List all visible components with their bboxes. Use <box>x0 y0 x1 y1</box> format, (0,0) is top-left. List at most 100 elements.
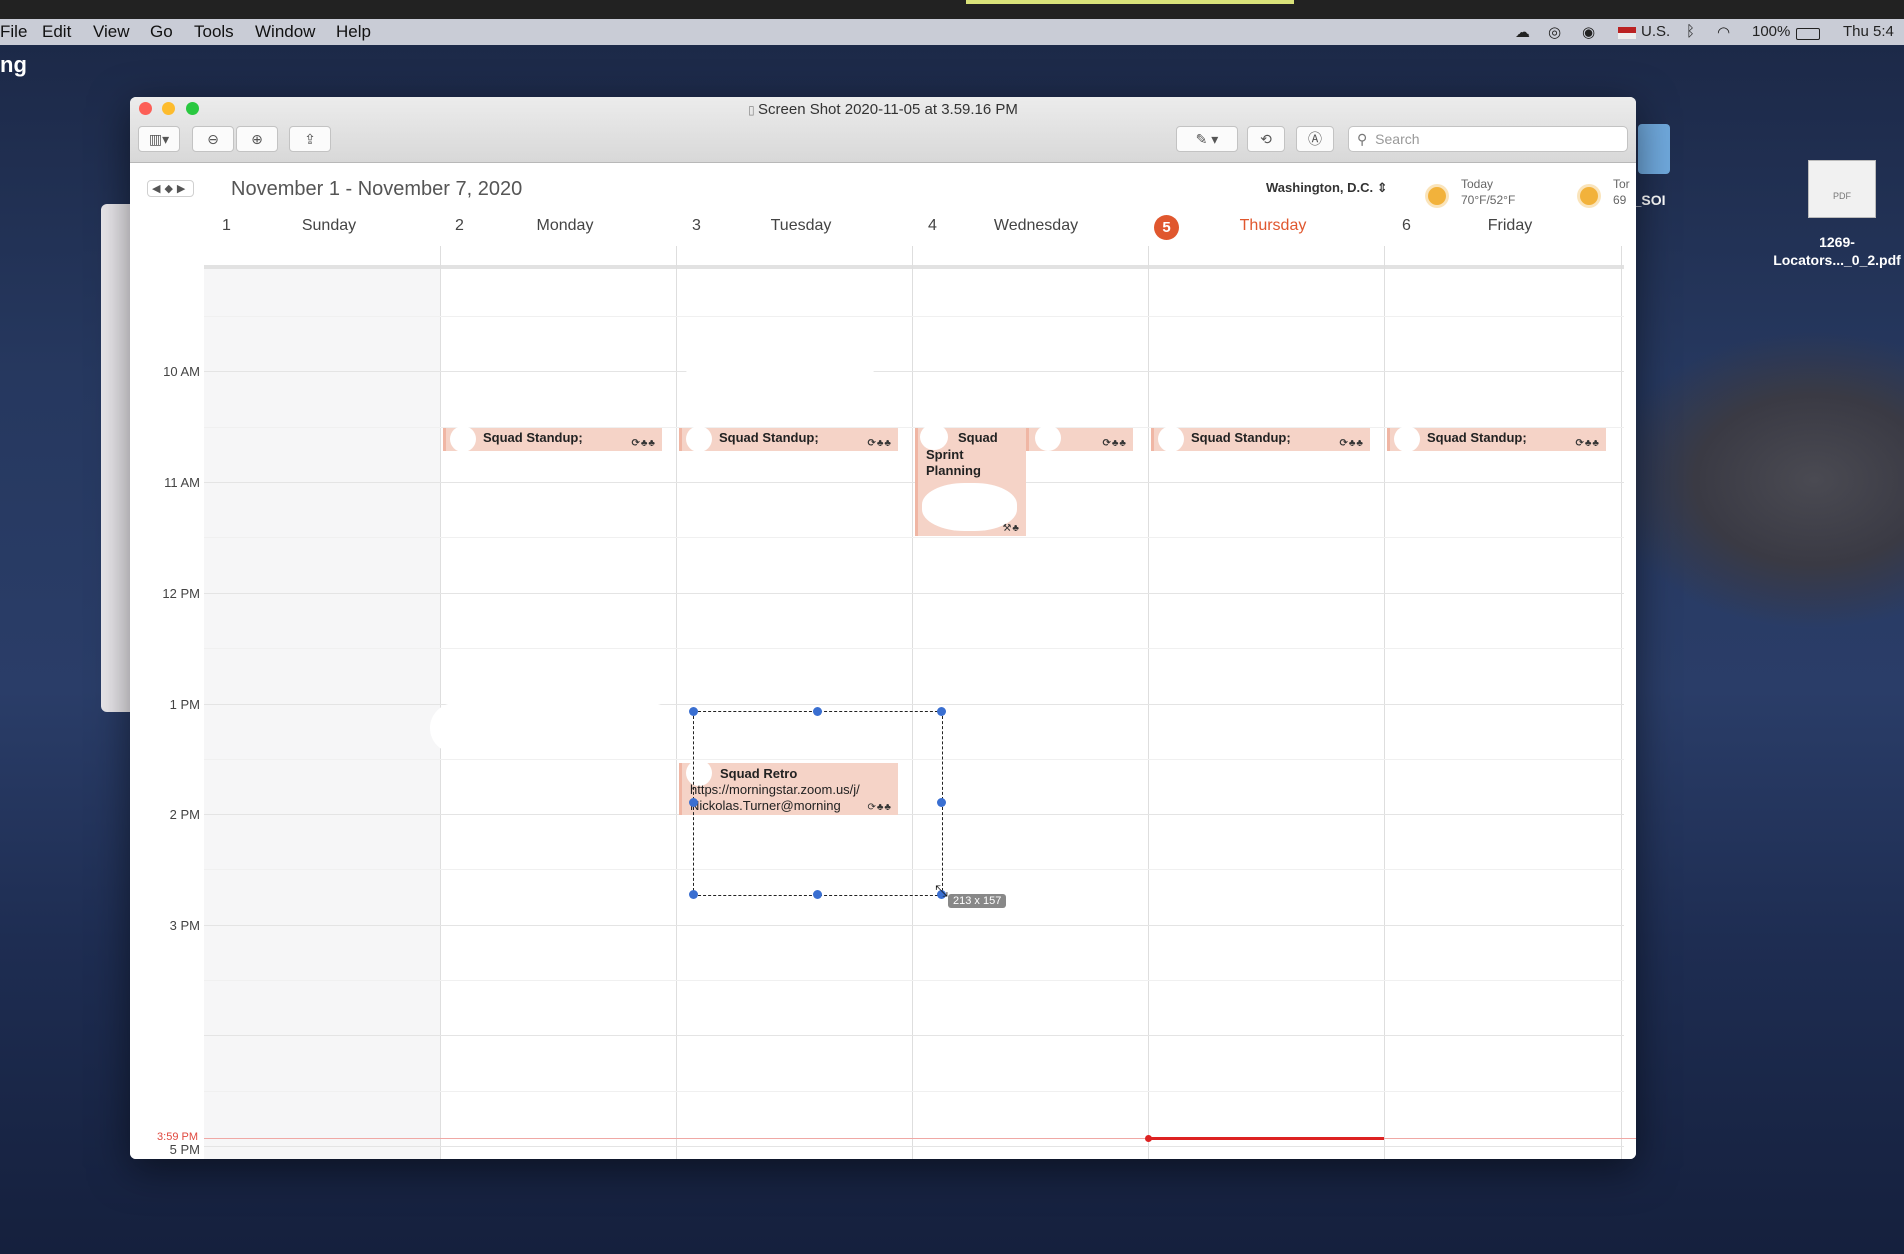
day-divider <box>912 246 913 1159</box>
hour-label: 12 PM <box>162 586 200 601</box>
day-name-thursday: Thursday <box>1239 217 1307 234</box>
redaction-blob <box>1035 425 1061 451</box>
attendees-icon: ⚒♣ <box>1002 523 1020 534</box>
resize-cursor-icon: ⤡ <box>935 883 948 900</box>
menu-tools[interactable]: Tools <box>194 22 234 42</box>
selection-handle[interactable] <box>937 798 946 807</box>
battery-icon[interactable] <box>1796 28 1820 40</box>
menu-go[interactable]: Go <box>150 22 173 42</box>
top-strip <box>0 0 1904 19</box>
background-app-title-fragment: ng <box>0 52 27 77</box>
weather-today-label: Today <box>1461 177 1494 191</box>
menu-edit[interactable]: Edit <box>42 22 71 42</box>
hour-label: 11 AM <box>164 475 200 490</box>
event-title-line2: Sprint <box>926 447 964 462</box>
pdf-file-label-line2: Locators..._0_2.pdf <box>1773 252 1901 268</box>
hour-label: 1 PM <box>169 697 200 712</box>
cloud-icon[interactable]: ☁ <box>1515 23 1530 41</box>
clock[interactable]: Thu 5:4 <box>1843 23 1894 40</box>
wifi-icon[interactable]: ◠ <box>1717 23 1730 41</box>
pdf-file-label-line1: 1269- <box>1819 234 1855 250</box>
pdf-file-icon[interactable]: PDF <box>1808 160 1876 218</box>
menu-view[interactable]: View <box>93 22 130 42</box>
spotlight-tool-icon[interactable]: ◎ <box>1548 23 1561 41</box>
event-squad-standup[interactable]: Squad Standup; ⟳♣♣ <box>443 426 662 452</box>
selection-handle[interactable] <box>689 707 698 716</box>
day-num-3: 3 <box>692 217 701 234</box>
day-name-tuesday: Tuesday <box>770 217 832 234</box>
redaction-blob <box>686 426 712 452</box>
hour-line <box>204 704 1624 705</box>
menu-help[interactable]: Help <box>336 22 371 42</box>
week-nav-arrows[interactable]: ◀◆▶ <box>147 180 195 197</box>
event-title: Squad Standup; <box>1191 430 1291 445</box>
share-button[interactable]: ⇪ <box>289 126 331 152</box>
pdf-file-label[interactable]: 1269- Locators..._0_2.pdf <box>1770 233 1904 269</box>
selection-rectangle[interactable] <box>693 711 943 896</box>
sidebar-toggle-button[interactable]: ▥▾ <box>138 126 180 152</box>
event-title-line3: Planning <box>926 463 981 478</box>
day-num-2: 2 <box>455 217 464 234</box>
redaction-blob <box>1158 426 1184 452</box>
half-hour-line <box>204 980 1624 981</box>
day-num-6: 6 <box>1402 217 1411 234</box>
hour-line <box>204 1035 1624 1036</box>
weather-today-temp: 70°F/52°F <box>1461 193 1516 207</box>
rotate-button[interactable]: ⟲ <box>1247 126 1285 152</box>
zoom-out-button[interactable]: ⊖ <box>192 126 234 152</box>
event-title: Squad Standup; <box>719 430 819 445</box>
search-field[interactable]: ⚲ Search <box>1348 126 1628 152</box>
event-squad-standup[interactable]: Squad Standup; ⟳♣♣ <box>679 426 898 452</box>
event-squad-standup[interactable]: Squad Standup; ⟳♣♣ <box>1387 426 1606 452</box>
calendar-screenshot: ◀◆▶ November 1 - November 7, 2020 Washin… <box>130 163 1636 1159</box>
search-icon: ⚲ <box>1357 131 1368 147</box>
event-title-line1: Squad <box>958 430 998 445</box>
day-divider <box>676 246 677 1159</box>
weather-tomorrow-temp: 69 <box>1613 193 1627 207</box>
half-hour-line <box>204 1091 1624 1092</box>
hour-label: 3 PM <box>169 918 200 933</box>
selection-handle[interactable] <box>937 707 946 716</box>
flag-icon[interactable] <box>1618 27 1636 39</box>
selection-handle[interactable] <box>689 890 698 899</box>
hour-label: 5 PM <box>169 1142 200 1157</box>
markup-toolbar-button[interactable]: Ⓐ <box>1296 126 1334 152</box>
today-badge: 5 <box>1154 215 1179 240</box>
day-divider <box>1384 246 1385 1159</box>
folder-icon[interactable] <box>1638 124 1670 174</box>
window-title: ▯ Screen Shot 2020-11-05 at 3.59.16 PM <box>130 101 1636 118</box>
menu-window[interactable]: Window <box>255 22 315 42</box>
event-squad-standup[interactable]: Squad Standup; ⟳♣♣ <box>1151 426 1370 452</box>
weather-tomorrow: Tor 69 <box>1613 176 1630 208</box>
recurring-attendees-icon: ⟳♣♣ <box>1102 438 1127 449</box>
preview-window: ▯ Screen Shot 2020-11-05 at 3.59.16 PM ▥… <box>130 97 1636 1159</box>
markup-pen-button[interactable]: ✎ ▾ <box>1176 126 1238 152</box>
weekend-shade <box>204 269 440 1159</box>
desktop-wallpaper-island <box>1604 330 1904 630</box>
recurring-attendees-icon: ⟳♣♣ <box>1575 438 1600 449</box>
globe-icon[interactable]: ◉ <box>1582 23 1595 41</box>
menu-file[interactable]: File <box>0 22 27 42</box>
current-time-line <box>204 1138 1636 1139</box>
calendar-range-title: November 1 - November 7, 2020 <box>231 178 523 200</box>
selection-handle[interactable] <box>689 798 698 807</box>
current-time-dot <box>1145 1135 1152 1142</box>
half-hour-line <box>204 537 1624 538</box>
event-squad-sprint-planning[interactable]: Squad Sprint Planning ⚒♣ <box>915 424 1026 536</box>
battery-percent[interactable]: 100% <box>1752 23 1790 40</box>
zoom-in-button[interactable]: ⊕ <box>236 126 278 152</box>
recurring-attendees-icon: ⟳♣♣ <box>867 438 892 449</box>
event-title: Squad Standup; <box>1427 430 1527 445</box>
event-squad-standup-short[interactable]: ⟳♣♣ <box>1026 425 1133 451</box>
hour-label: 10 AM <box>163 364 200 379</box>
selection-handle[interactable] <box>813 707 822 716</box>
hour-line <box>204 593 1624 594</box>
input-source-label[interactable]: U.S. <box>1641 23 1670 40</box>
half-hour-line <box>204 316 1624 317</box>
day-name-monday: Monday <box>536 217 594 234</box>
hour-line <box>204 482 1624 483</box>
bluetooth-icon[interactable]: ᛒ <box>1686 23 1695 40</box>
window-title-text: Screen Shot 2020-11-05 at 3.59.16 PM <box>758 101 1018 118</box>
selection-handle[interactable] <box>813 890 822 899</box>
selection-size-tooltip: 213 x 157 <box>948 894 1007 908</box>
